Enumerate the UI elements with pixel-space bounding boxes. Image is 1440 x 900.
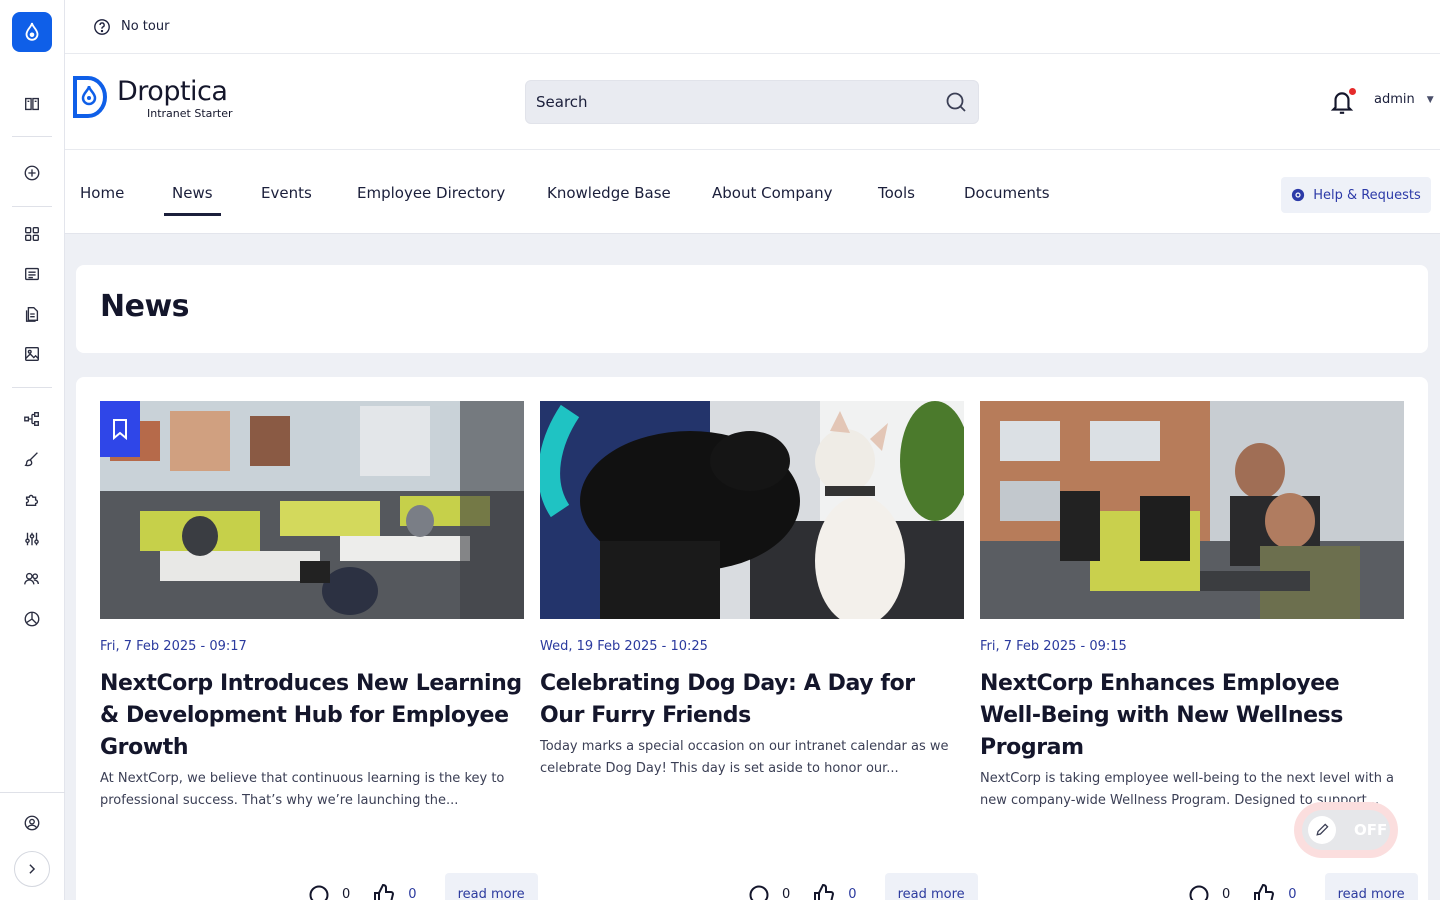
news-date: Fri, 7 Feb 2025 - 09:17 [100, 639, 247, 654]
comment-icon[interactable] [748, 884, 770, 900]
like-thumb-icon[interactable] [372, 883, 396, 900]
toolbar-divider [0, 792, 65, 793]
site-logo[interactable]: Droptica Intranet Starter [71, 76, 233, 120]
help-requests-button[interactable]: Help & Requests [1281, 177, 1431, 213]
nav-tools[interactable]: Tools [878, 184, 915, 202]
media-icon[interactable] [18, 340, 46, 368]
nav-about-company[interactable]: About Company [712, 184, 832, 202]
card-footer: 0 0 read more [1188, 873, 1418, 900]
news-excerpt: Today marks a special occasion on our in… [540, 739, 949, 776]
nav-knowledge-base[interactable]: Knowledge Base [547, 184, 671, 202]
appearance-brush-icon[interactable] [18, 445, 46, 473]
notification-dot [1349, 88, 1356, 95]
people-icon[interactable] [18, 565, 46, 593]
content-list-icon[interactable] [18, 260, 46, 288]
news-title[interactable]: Celebrating Dog Day: A Day for Our Furry… [540, 668, 964, 732]
news-date: Wed, 19 Feb 2025 - 10:25 [540, 639, 708, 654]
comment-count: 0 [782, 887, 791, 900]
admin-toolbar [0, 0, 65, 900]
toolbar-divider [12, 136, 52, 137]
search-bar [525, 80, 979, 124]
user-menu[interactable]: admin ▼ [1374, 92, 1434, 107]
comment-count: 0 [1222, 887, 1231, 900]
droptica-logo-icon [73, 76, 107, 118]
nav-events[interactable]: Events [261, 184, 312, 202]
support-icon [1292, 188, 1305, 202]
news-card: Fri, 7 Feb 2025 - 09:17 NextCorp Introdu… [100, 401, 524, 812]
notifications-button[interactable] [1329, 88, 1357, 116]
edit-mode-toggle[interactable]: OFF [1294, 802, 1398, 858]
read-more-link[interactable]: read more [444, 873, 538, 900]
comment-icon[interactable] [1188, 884, 1210, 900]
toggle-track: OFF [1302, 810, 1390, 850]
news-image-dogs[interactable] [540, 401, 964, 619]
dashboard-icon[interactable] [18, 220, 46, 248]
brand-name: Droptica [117, 76, 228, 107]
book-icon[interactable] [18, 90, 46, 118]
like-thumb-icon[interactable] [1252, 883, 1276, 900]
files-icon[interactable] [18, 300, 46, 328]
expand-toolbar-button[interactable] [14, 851, 50, 887]
toolbar-divider [12, 387, 52, 388]
like-count: 0 [408, 887, 417, 900]
help-circle-icon[interactable] [93, 18, 111, 36]
like-count: 0 [1288, 887, 1297, 900]
site-header: Droptica Intranet Starter admin ▼ [65, 54, 1440, 150]
reports-chart-icon[interactable] [18, 605, 46, 633]
pencil-icon [1316, 823, 1329, 836]
tour-label[interactable]: No tour [121, 19, 169, 34]
news-card: Fri, 7 Feb 2025 - 09:15 NextCorp Enhance… [980, 401, 1404, 812]
comment-icon[interactable] [308, 884, 330, 900]
structure-icon[interactable] [18, 405, 46, 433]
chevron-right-icon [29, 864, 36, 874]
nav-employee-directory[interactable]: Employee Directory [357, 184, 505, 202]
help-requests-label: Help & Requests [1313, 187, 1421, 203]
news-image-office[interactable] [100, 401, 524, 619]
drupal-logo-icon[interactable] [12, 12, 52, 52]
user-account-icon[interactable] [18, 809, 46, 837]
main-navigation: Home News Events Employee Directory Know… [65, 150, 1440, 234]
read-more-link[interactable]: read more [884, 873, 978, 900]
nav-news[interactable]: News [164, 184, 221, 216]
like-thumb-icon[interactable] [812, 883, 836, 900]
search-icon[interactable] [944, 90, 968, 114]
toggle-knob [1308, 816, 1336, 844]
brand-subtitle: Intranet Starter [147, 107, 233, 120]
tour-bar: No tour [65, 0, 1440, 54]
news-title[interactable]: NextCorp Introduces New Learning & Devel… [100, 668, 524, 764]
search-input[interactable] [536, 93, 944, 111]
add-content-icon[interactable] [18, 159, 46, 187]
news-list: Fri, 7 Feb 2025 - 09:17 NextCorp Introdu… [76, 377, 1428, 900]
toolbar-divider [12, 206, 52, 207]
news-card: Wed, 19 Feb 2025 - 10:25 Celebrating Dog… [540, 401, 964, 780]
user-name: admin [1374, 92, 1415, 107]
extend-puzzle-icon[interactable] [18, 485, 46, 513]
configuration-sliders-icon[interactable] [18, 525, 46, 553]
news-title[interactable]: NextCorp Enhances Employee Well-Being wi… [980, 668, 1404, 764]
toggle-label: OFF [1354, 821, 1388, 839]
news-date: Fri, 7 Feb 2025 - 09:15 [980, 639, 1127, 654]
card-footer: 0 0 read more [308, 873, 538, 900]
chevron-down-icon: ▼ [1426, 94, 1434, 105]
page-title: News [100, 289, 190, 324]
news-image-wellness[interactable] [980, 401, 1404, 619]
news-excerpt: At NextCorp, we believe that continuous … [100, 771, 505, 808]
bookmark-icon [113, 419, 127, 440]
bookmark-button[interactable] [100, 401, 140, 457]
card-footer: 0 0 read more [748, 873, 978, 900]
nav-documents[interactable]: Documents [964, 184, 1050, 202]
nav-home[interactable]: Home [80, 184, 124, 202]
comment-count: 0 [342, 887, 351, 900]
read-more-link[interactable]: read more [1324, 873, 1418, 900]
like-count: 0 [848, 887, 857, 900]
page-title-panel: News [76, 265, 1428, 353]
